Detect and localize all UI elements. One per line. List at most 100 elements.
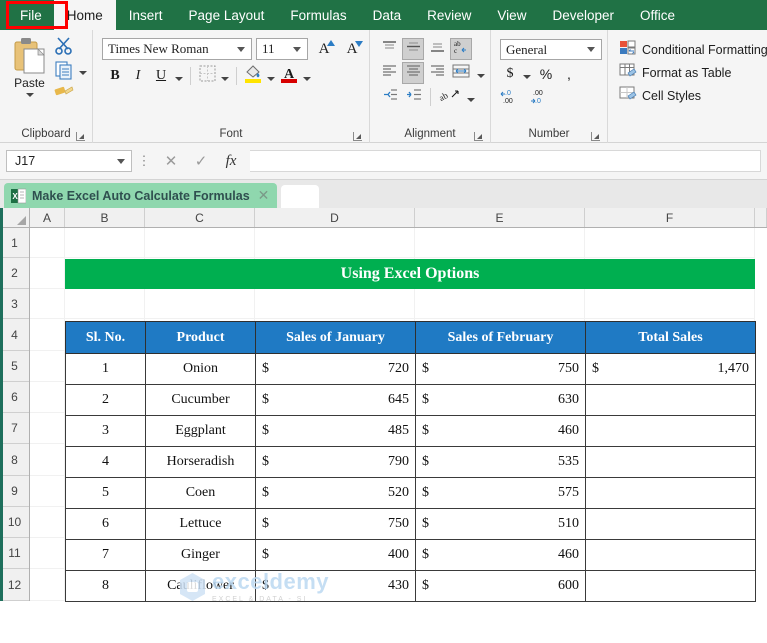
cell-feb[interactable]: $460 [415,415,586,447]
clipboard-dialog-launcher[interactable] [76,132,85,141]
cell-product[interactable]: Horseradish [145,446,256,478]
cell-feb[interactable]: $630 [415,384,586,416]
cut-button[interactable] [54,37,87,59]
ribbon-tab-review[interactable]: Review [414,0,484,30]
cell-jan[interactable]: $400 [255,539,416,571]
row-header-7[interactable]: 7 [0,413,29,444]
cell-product[interactable]: Coen [145,477,256,509]
merge-and-center-button[interactable] [450,62,472,84]
cell-total[interactable] [585,384,756,416]
cell-total[interactable] [585,539,756,571]
align-bottom-button[interactable] [426,38,448,60]
ribbon-tab-developer[interactable]: Developer [539,0,627,30]
column-header-a[interactable]: A [30,208,65,227]
cell-jan[interactable]: $430 [255,570,416,602]
cell-product[interactable]: Onion [145,353,256,385]
align-middle-button[interactable] [402,38,424,60]
cell-sl-no[interactable]: 3 [65,415,146,447]
font-size-combo[interactable]: 11 [256,38,308,60]
bold-button[interactable]: B [104,65,126,87]
currency-caret-icon[interactable] [523,74,531,79]
cell-sl-no[interactable]: 8 [65,570,146,602]
new-tab-button[interactable] [281,185,320,208]
format-as-table-button[interactable]: Format as Table [619,63,767,82]
font-color-caret-icon[interactable] [303,77,311,81]
comma-format-button[interactable]: , [559,63,579,84]
row-header-1[interactable]: 1 [0,228,29,258]
column-header-sales-january[interactable]: Sales of January [255,321,416,354]
decrease-indent-button[interactable] [378,86,400,108]
font-size-caret-icon[interactable] [293,46,301,52]
percent-format-button[interactable]: % [536,63,556,84]
font-dialog-launcher[interactable] [353,132,362,141]
ribbon-tab-data[interactable]: Data [360,0,415,30]
align-top-button[interactable] [378,38,400,60]
ribbon-tab-office[interactable]: Office [627,0,688,30]
number-format-combo[interactable]: General [500,39,602,60]
row-header-2[interactable]: 2 [0,258,29,289]
number-dialog-launcher[interactable] [591,132,600,141]
ribbon-tab-view[interactable]: View [484,0,539,30]
fill-color-caret-icon[interactable] [267,77,275,81]
row-header-8[interactable]: 8 [0,444,29,476]
row-header-5[interactable]: 5 [0,351,29,382]
font-name-caret-icon[interactable] [237,46,245,52]
cell-jan[interactable]: $750 [255,508,416,540]
row-header-12[interactable]: 12 [0,569,29,601]
cell-styles-button[interactable]: Cell Styles [619,86,767,105]
column-header-sl-no[interactable]: Sl. No. [65,321,146,354]
increase-indent-button[interactable] [402,86,424,108]
cell-total[interactable] [585,415,756,447]
column-header-sales-february[interactable]: Sales of February [415,321,586,354]
row-header-4[interactable]: 4 [0,319,29,351]
copy-dropdown-caret-icon[interactable] [79,70,87,75]
ribbon-tab-formulas[interactable]: Formulas [277,0,359,30]
cell-product[interactable]: Ginger [145,539,256,571]
column-header-e[interactable]: E [415,208,585,227]
column-header-g[interactable] [755,208,767,227]
conditional-formatting-button[interactable]: Conditional Formatting [619,40,767,59]
ribbon-tab-home[interactable]: Home [53,0,116,30]
select-all-corner[interactable] [0,208,30,227]
cell-product[interactable]: Cucumber [145,384,256,416]
cell-sl-no[interactable]: 7 [65,539,146,571]
number-format-caret-icon[interactable] [587,47,595,52]
alignment-dialog-launcher[interactable] [474,132,483,141]
cell-sl-no[interactable]: 4 [65,446,146,478]
column-header-c[interactable]: C [145,208,255,227]
cell-feb[interactable]: $575 [415,477,586,509]
enter-formula-button[interactable]: ✓ [186,149,216,173]
ribbon-tab-file[interactable]: File [8,0,54,30]
cancel-formula-button[interactable]: ✕ [156,149,186,173]
ribbon-tab-insert[interactable]: Insert [116,0,176,30]
row-header-11[interactable]: 11 [0,538,29,569]
cell-jan[interactable]: $520 [255,477,416,509]
merge-caret-icon[interactable] [477,74,485,78]
paste-button[interactable]: Paste [5,34,54,126]
cell-jan[interactable]: $645 [255,384,416,416]
cell-product[interactable]: Cauliflower [145,570,256,602]
underline-caret-icon[interactable] [175,77,183,81]
cell-sl-no[interactable]: 1 [65,353,146,385]
cell-feb[interactable]: $510 [415,508,586,540]
cell-total[interactable] [585,508,756,540]
cell-total[interactable] [585,570,756,602]
cell-product[interactable]: Lettuce [145,508,256,540]
wrap-text-button[interactable]: ab c [450,38,472,60]
cell-sl-no[interactable]: 6 [65,508,146,540]
column-header-f[interactable]: F [585,208,755,227]
column-header-d[interactable]: D [255,208,415,227]
sheet-title-banner[interactable]: Using Excel Options [65,259,755,289]
align-center-button[interactable] [402,62,424,84]
paste-dropdown-caret-icon[interactable] [25,93,34,97]
currency-format-button[interactable]: $ [500,63,520,84]
borders-button[interactable] [196,65,218,87]
cell-jan[interactable]: $720 [255,353,416,385]
cell-total[interactable] [585,477,756,509]
cell-sl-no[interactable]: 2 [65,384,146,416]
cell-total[interactable]: $1,470 [585,353,756,385]
column-header-product[interactable]: Product [145,321,256,354]
cell-feb[interactable]: $600 [415,570,586,602]
formula-input[interactable] [250,150,761,172]
underline-button[interactable]: U [150,65,172,87]
